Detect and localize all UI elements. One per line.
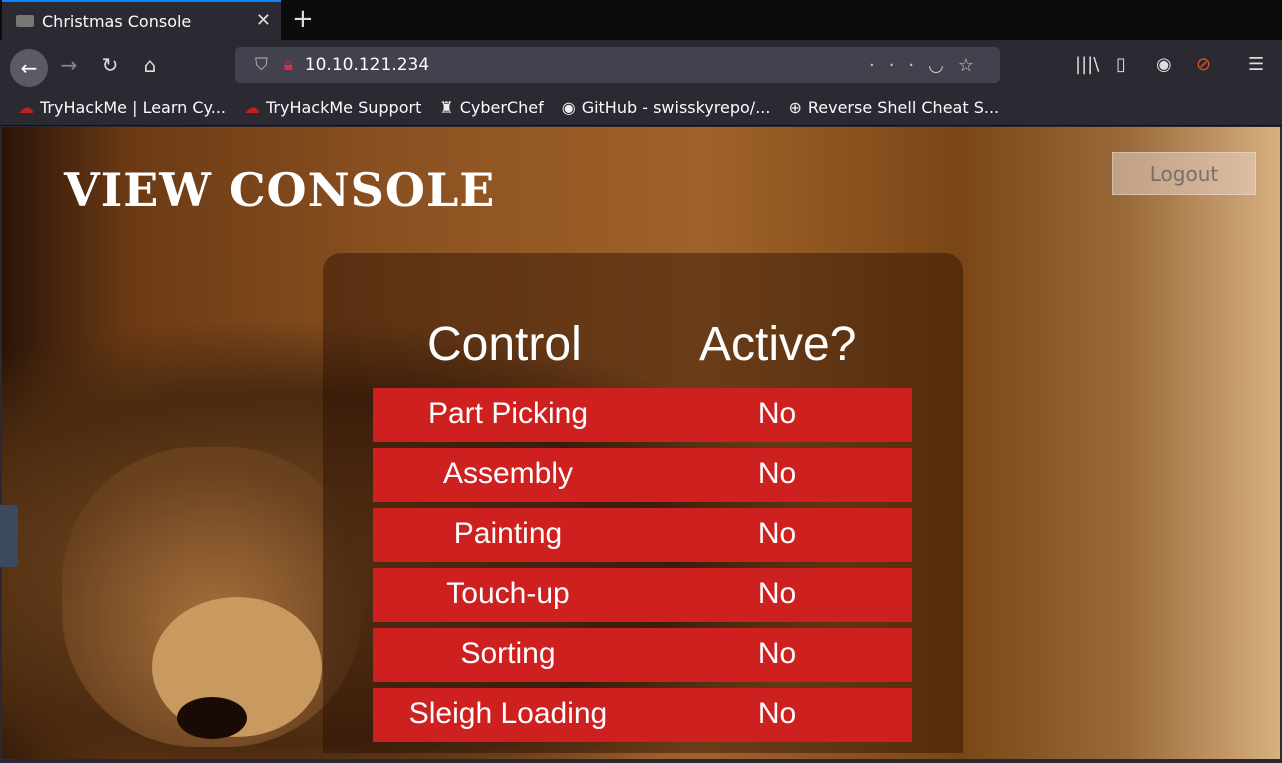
page-title: VIEW CONSOLE bbox=[64, 163, 496, 217]
table-row: Sleigh Loading No bbox=[373, 688, 912, 742]
sidebar-drag-handle[interactable] bbox=[0, 505, 18, 567]
home-button[interactable]: ⌂ bbox=[133, 48, 167, 82]
header-control: Control bbox=[427, 318, 582, 371]
chef-hat-icon: ♜ bbox=[439, 98, 454, 117]
tab-title: Christmas Console bbox=[42, 11, 192, 31]
page-content: VIEW CONSOLE Logout Control Active? Part… bbox=[2, 127, 1280, 759]
insecure-lock-icon: 🔒︎ bbox=[283, 55, 293, 75]
bookmark-tryhackme[interactable]: ☁ TryHackMe | Learn Cy... bbox=[18, 98, 226, 117]
bookmark-github[interactable]: ◉ GitHub - swisskyrepo/... bbox=[562, 98, 771, 117]
forward-button[interactable]: → bbox=[52, 48, 86, 82]
bookmark-cyberchef[interactable]: ♜ CyberChef bbox=[439, 98, 543, 117]
tab-christmas-console[interactable]: Christmas Console ✕ bbox=[2, 0, 281, 40]
star-icon[interactable]: ☆ bbox=[958, 55, 988, 76]
favicon-icon bbox=[16, 15, 34, 27]
account-icon[interactable]: ◉ bbox=[1156, 54, 1172, 75]
teddy-bear-nose bbox=[177, 697, 247, 739]
back-button[interactable]: ← bbox=[10, 49, 48, 87]
library-icon[interactable]: |||\ bbox=[1075, 54, 1099, 75]
url-bar[interactable]: ⛉ 🔒︎ 10.10.121.234 ···◡☆ bbox=[235, 47, 1000, 83]
table-row: Touch-up No bbox=[373, 568, 912, 622]
more-icon[interactable]: ··· bbox=[869, 55, 928, 76]
sidebar-icon[interactable]: ▯ bbox=[1116, 54, 1126, 75]
table-row: Part Picking No bbox=[373, 388, 912, 442]
bookmark-tryhackme-support[interactable]: ☁ TryHackMe Support bbox=[244, 98, 421, 117]
cloud-icon: ☁ bbox=[18, 98, 34, 117]
pocket-icon[interactable]: ◡ bbox=[928, 55, 958, 76]
window-bottom-border bbox=[0, 759, 1282, 763]
reload-button[interactable]: ↻ bbox=[93, 48, 127, 82]
globe-icon: ⊕ bbox=[788, 98, 802, 117]
bookmark-reverse-shell[interactable]: ⊕ Reverse Shell Cheat S... bbox=[788, 98, 999, 117]
menu-icon[interactable]: ☰ bbox=[1248, 54, 1264, 75]
table-row: Sorting No bbox=[373, 628, 912, 682]
cloud-icon: ☁ bbox=[244, 98, 260, 117]
url-text: 10.10.121.234 bbox=[304, 55, 430, 75]
bookmarks-bar: ☁ TryHackMe | Learn Cy... ☁ TryHackMe Supp… bbox=[0, 90, 1282, 126]
tab-bar: Christmas Console ✕ + bbox=[0, 0, 1282, 40]
shield-icon: ⛉ bbox=[255, 55, 268, 75]
extension-icon[interactable]: ⊘ bbox=[1196, 54, 1211, 75]
header-active: Active? bbox=[699, 318, 857, 371]
new-tab-button[interactable]: + bbox=[292, 4, 314, 34]
close-tab-icon[interactable]: ✕ bbox=[256, 10, 271, 31]
github-icon: ◉ bbox=[561, 98, 576, 117]
logout-button[interactable]: Logout bbox=[1112, 152, 1256, 195]
table-row: Painting No bbox=[373, 508, 912, 562]
table-row: Assembly No bbox=[373, 448, 912, 502]
navigation-bar: ← → ↻ ⌂ ⛉ 🔒︎ 10.10.121.234 ···◡☆ |||\ ▯ … bbox=[0, 40, 1282, 90]
